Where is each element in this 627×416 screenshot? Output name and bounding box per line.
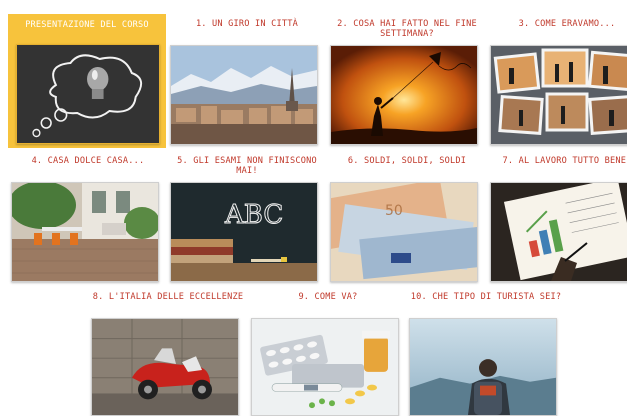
- lesson-title: 3. COME ERAVAMO...: [518, 19, 616, 29]
- lesson-card-6[interactable]: 6. SOLDI, SOLDI, SOLDI 50: [327, 156, 487, 282]
- lesson-title: 4. CASA DOLCE CASA...: [31, 156, 145, 166]
- turin-cityscape-image: [170, 45, 318, 145]
- photo-collage-image: [490, 45, 627, 145]
- red-vespa-image: [91, 318, 239, 416]
- blackboard-text: ABC: [224, 200, 283, 230]
- euro-banknotes-image: 50: [330, 182, 478, 282]
- lesson-title: 8. L'ITALIA DELLE ECCELLENZE: [92, 292, 244, 302]
- lesson-title: 5. GLI ESAMI NON FINISCONO MAI!: [177, 156, 317, 176]
- lesson-title: 1. UN GIRO IN CITTÀ: [195, 19, 299, 29]
- lesson-card-8[interactable]: 8. L'ITALIA DELLE ECCELLENZE: [88, 292, 248, 416]
- lesson-title: 6. SOLDI, SOLDI, SOLDI: [347, 156, 467, 166]
- lesson-card-7[interactable]: 7. AL LAVORO TUTTO BENE?: [487, 156, 627, 282]
- lightbulb-chalkboard-image: [16, 44, 160, 144]
- lesson-title: 10. CHE TIPO DI TURISTA SEI?: [410, 292, 562, 302]
- abc-blackboard-image: ABC: [170, 182, 318, 282]
- lesson-card-10[interactable]: 10. CHE TIPO DI TURISTA SEI?: [406, 292, 566, 416]
- patio-garden-image: [11, 182, 159, 282]
- kite-sunset-image: [330, 45, 478, 145]
- lesson-card-3[interactable]: 3. COME ERAVAMO...: [487, 19, 627, 145]
- lesson-title: 7. AL LAVORO TUTTO BENE?: [502, 156, 627, 166]
- lesson-card-2[interactable]: 2. COSA HAI FATTO NEL FINE SETTIMANA?: [327, 19, 487, 145]
- lesson-card-9[interactable]: 9. COME VA?: [248, 292, 408, 416]
- hiker-backpack-image: [409, 318, 557, 416]
- lesson-title: 2. COSA HAI FATTO NEL FINE SETTIMANA?: [337, 19, 477, 39]
- lesson-card-4[interactable]: 4. CASA DOLCE CASA...: [8, 156, 168, 282]
- pills-thermometer-image: [251, 318, 399, 416]
- notebook-chart-image: [490, 182, 627, 282]
- lesson-card-presentazione[interactable]: PRESENTAZIONE DEL CORSO: [8, 14, 166, 148]
- lesson-card-5[interactable]: 5. GLI ESAMI NON FINISCONO MAI! ABC: [167, 156, 327, 282]
- svg-text:50: 50: [385, 203, 403, 219]
- lesson-card-1[interactable]: 1. UN GIRO IN CITTÀ: [167, 19, 327, 145]
- lesson-title: 9. COME VA?: [298, 292, 358, 302]
- lesson-title: PRESENTAZIONE DEL CORSO: [25, 20, 149, 30]
